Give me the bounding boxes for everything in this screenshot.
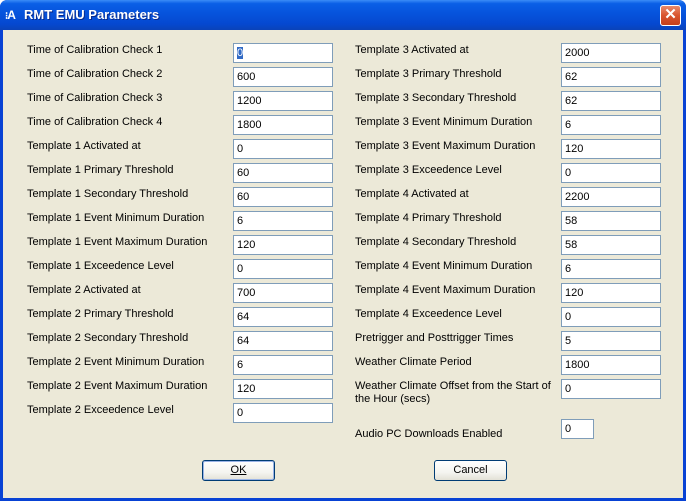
label-cal-check-3: Time of Calibration Check 3 <box>27 92 163 104</box>
window-title: RMT EMU Parameters <box>24 7 160 22</box>
label-t2-activated: Template 2 Activated at <box>27 284 141 296</box>
field-audio-pc-downloads[interactable]: 0 <box>561 419 594 439</box>
label-t1-activated: Template 1 Activated at <box>27 140 141 152</box>
label-t3-activated: Template 3 Activated at <box>355 44 469 56</box>
field-t1-min-duration[interactable]: 6 <box>233 211 333 231</box>
field-cal-check-1[interactable]: 0 <box>233 43 333 63</box>
field-cal-check-3[interactable]: 1200 <box>233 91 333 111</box>
label-t3-min-duration: Template 3 Event Minimum Duration <box>355 116 533 128</box>
field-t4-min-duration[interactable]: 6 <box>561 259 661 279</box>
label-cal-check-4: Time of Calibration Check 4 <box>27 116 163 128</box>
field-t4-primary[interactable]: 58 <box>561 211 661 231</box>
label-t3-primary: Template 3 Primary Threshold <box>355 68 502 80</box>
label-t1-max-duration: Template 1 Event Maximum Duration <box>27 236 208 248</box>
label-audio-pc-downloads: Audio PC Downloads Enabled <box>355 428 503 440</box>
cancel-button-label: Cancel <box>453 464 488 476</box>
label-t1-exceedence: Template 1 Exceedence Level <box>27 260 174 272</box>
label-t3-exceedence: Template 3 Exceedence Level <box>355 164 502 176</box>
field-t2-secondary[interactable]: 64 <box>233 331 333 351</box>
label-cal-check-2: Time of Calibration Check 2 <box>27 68 163 80</box>
label-t2-max-duration: Template 2 Event Maximum Duration <box>27 380 208 392</box>
label-t4-primary: Template 4 Primary Threshold <box>355 212 502 224</box>
label-t4-secondary: Template 4 Secondary Threshold <box>355 236 517 248</box>
label-weather-climate-period: Weather Climate Period <box>355 356 472 368</box>
field-cal-check-4[interactable]: 1800 <box>233 115 333 135</box>
field-t2-exceedence[interactable]: 0 <box>233 403 333 423</box>
field-pretrigger-posttrigger[interactable]: 5 <box>561 331 661 351</box>
label-t4-activated: Template 4 Activated at <box>355 188 469 200</box>
label-t1-min-duration: Template 1 Event Minimum Duration <box>27 212 205 224</box>
field-t2-activated[interactable]: 700 <box>233 283 333 303</box>
dialog-body: Time of Calibration Check 1 0 Time of Ca… <box>3 30 683 498</box>
field-weather-climate-period[interactable]: 1800 <box>561 355 661 375</box>
field-t1-max-duration[interactable]: 120 <box>233 235 333 255</box>
label-cal-check-1: Time of Calibration Check 1 <box>27 44 163 56</box>
ok-button-label: OK <box>230 464 247 476</box>
cancel-button[interactable]: Cancel <box>434 460 507 481</box>
field-weather-climate-offset[interactable]: 0 <box>561 379 661 399</box>
field-t3-min-duration[interactable]: 6 <box>561 115 661 135</box>
field-t3-max-duration[interactable]: 120 <box>561 139 661 159</box>
app-icon: ⁝A <box>5 8 16 22</box>
field-t4-max-duration[interactable]: 120 <box>561 283 661 303</box>
field-t3-activated[interactable]: 2000 <box>561 43 661 63</box>
label-t4-exceedence: Template 4 Exceedence Level <box>355 308 502 320</box>
field-t1-activated[interactable]: 0 <box>233 139 333 159</box>
field-t3-exceedence[interactable]: 0 <box>561 163 661 183</box>
label-t2-exceedence: Template 2 Exceedence Level <box>27 404 174 416</box>
field-t1-primary[interactable]: 60 <box>233 163 333 183</box>
label-pretrigger-posttrigger: Pretrigger and Posttrigger Times <box>355 332 514 344</box>
label-t2-min-duration: Template 2 Event Minimum Duration <box>27 356 205 368</box>
label-t2-secondary: Template 2 Secondary Threshold <box>27 332 189 344</box>
field-t4-secondary[interactable]: 58 <box>561 235 661 255</box>
label-t1-primary: Template 1 Primary Threshold <box>27 164 174 176</box>
field-t2-min-duration[interactable]: 6 <box>233 355 333 375</box>
field-cal-check-2[interactable]: 600 <box>233 67 333 87</box>
field-t3-primary[interactable]: 62 <box>561 67 661 87</box>
label-t4-max-duration: Template 4 Event Maximum Duration <box>355 284 536 296</box>
ok-button[interactable]: OK <box>202 460 275 481</box>
label-t1-secondary: Template 1 Secondary Threshold <box>27 188 189 200</box>
field-t3-secondary[interactable]: 62 <box>561 91 661 111</box>
label-t2-primary: Template 2 Primary Threshold <box>27 308 174 320</box>
selected-text: 0 <box>237 47 244 59</box>
dialog-window: ⁝A RMT EMU Parameters ✕ Time of Calibrat… <box>0 0 686 501</box>
field-t2-max-duration[interactable]: 120 <box>233 379 333 399</box>
title-bar[interactable]: ⁝A RMT EMU Parameters ✕ <box>0 0 686 30</box>
field-t4-exceedence[interactable]: 0 <box>561 307 661 327</box>
label-t3-max-duration: Template 3 Event Maximum Duration <box>355 140 536 152</box>
close-icon: ✕ <box>664 6 677 23</box>
field-t2-primary[interactable]: 64 <box>233 307 333 327</box>
label-weather-climate-offset: Weather Climate Offset from the Start of… <box>355 380 551 405</box>
field-t4-activated[interactable]: 2200 <box>561 187 661 207</box>
label-t4-min-duration: Template 4 Event Minimum Duration <box>355 260 533 272</box>
field-t1-secondary[interactable]: 60 <box>233 187 333 207</box>
field-t1-exceedence[interactable]: 0 <box>233 259 333 279</box>
close-button[interactable]: ✕ <box>660 5 681 26</box>
label-t3-secondary: Template 3 Secondary Threshold <box>355 92 517 104</box>
